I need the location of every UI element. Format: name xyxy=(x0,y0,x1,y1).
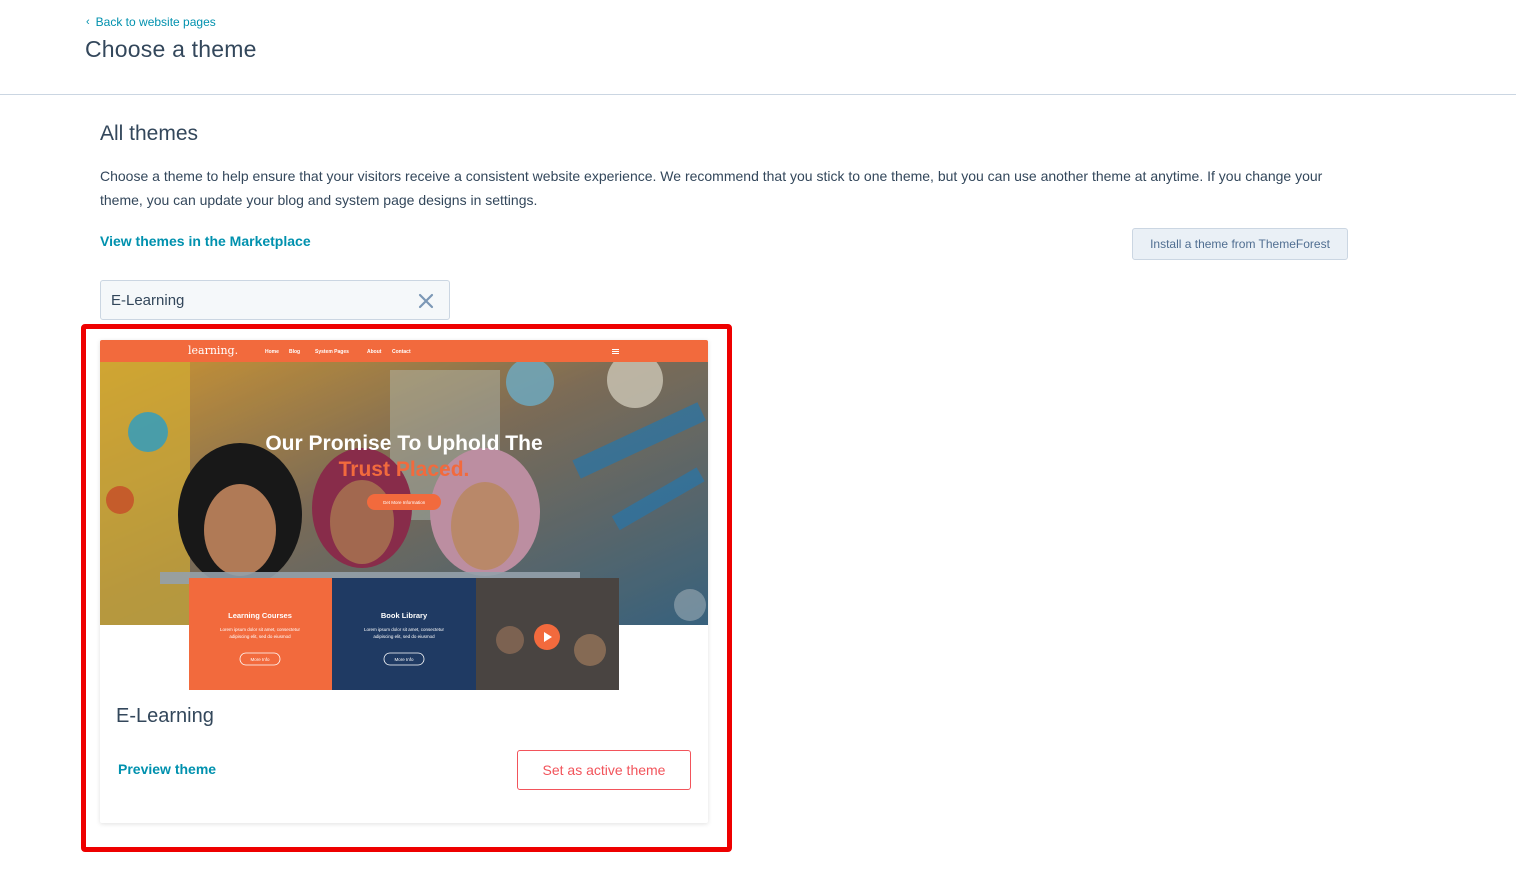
thumb-nav-about: About xyxy=(367,349,382,355)
thumb-box2-text2: adipiscing elit, sed do eiusmod xyxy=(373,634,435,639)
top-bar: ‹ Back to website pages Choose a theme xyxy=(0,0,1516,95)
chevron-left-icon: ‹ xyxy=(86,15,90,28)
install-themeforest-button[interactable]: Install a theme from ThemeForest xyxy=(1132,228,1348,260)
thumb-box1-text1: Lorem ipsum dolor sit amet, consectetur xyxy=(220,627,301,632)
thumb-box1-text2: adipiscing elit, sed do eiusmod xyxy=(229,634,291,639)
thumb-nav-contact: Contact xyxy=(392,349,411,355)
thumb-box1-title: Learning Courses xyxy=(228,611,292,620)
thumb-nav-system: System Pages xyxy=(315,349,349,355)
hamburger-icon xyxy=(612,349,619,354)
marketplace-link[interactable]: View themes in the Marketplace xyxy=(100,233,311,249)
thumb-hero-line2: Trust Placed. xyxy=(339,458,470,481)
close-icon[interactable] xyxy=(415,290,437,312)
thumb-nav-home: Home xyxy=(265,349,279,355)
search-input[interactable] xyxy=(111,289,401,311)
thumb-box1-btn: More Info xyxy=(250,657,270,662)
theme-thumbnail[interactable]: learning. Home Blog System Pages About C… xyxy=(100,340,708,690)
page-title: Choose a theme xyxy=(85,36,257,62)
theme-card: learning. Home Blog System Pages About C… xyxy=(100,340,708,823)
section-title: All themes xyxy=(100,122,199,145)
section-description: Choose a theme to help ensure that your … xyxy=(100,168,1323,208)
set-active-theme-button[interactable]: Set as active theme xyxy=(517,750,691,790)
theme-name: E-Learning xyxy=(116,705,214,727)
back-link[interactable]: ‹ Back to website pages xyxy=(86,15,216,29)
thumb-box2-title: Book Library xyxy=(381,611,428,620)
thumb-box2-btn: More Info xyxy=(394,657,414,662)
theme-search xyxy=(100,280,450,320)
preview-theme-link[interactable]: Preview theme xyxy=(118,761,216,777)
thumb-hero-button-label: Get More Information xyxy=(383,500,426,505)
back-link-label: Back to website pages xyxy=(95,15,216,29)
thumb-hero-line1: Our Promise To Uphold The xyxy=(265,432,542,455)
thumb-nav-blog: Blog xyxy=(289,349,300,355)
thumb-logo: learning. xyxy=(188,344,238,357)
thumb-box2-text1: Lorem ipsum dolor sit amet, consectetur xyxy=(364,627,445,632)
